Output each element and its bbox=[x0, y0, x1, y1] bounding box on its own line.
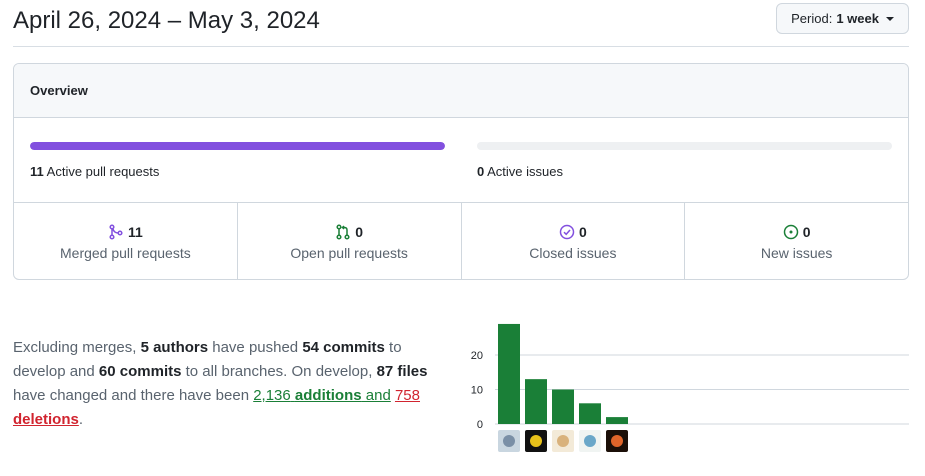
active-issues-text: Active issues bbox=[487, 164, 564, 179]
stat-open-pull-requests[interactable]: 0 Open pull requests bbox=[238, 203, 462, 279]
summary-text: . bbox=[78, 411, 84, 428]
date-range-title: April 26, 2024 – May 3, 2024 bbox=[13, 7, 320, 34]
bar-author-5 bbox=[606, 417, 628, 424]
overview-title: Overview bbox=[30, 83, 88, 98]
deletions-label: deletions bbox=[13, 411, 79, 428]
closed-issues-label: Closed issues bbox=[529, 245, 617, 261]
git-merge-icon bbox=[109, 224, 123, 240]
period-dropdown-button[interactable]: Period: 1 week bbox=[776, 3, 909, 34]
overview-header: Overview bbox=[14, 64, 908, 118]
open-pull-requests-label: Open pull requests bbox=[290, 245, 408, 261]
author-avatar-mark bbox=[611, 435, 623, 447]
files-changed-count: 87 files bbox=[376, 363, 428, 380]
period-prefix: Period: bbox=[791, 11, 833, 26]
summary-text: to all branches. On develop, bbox=[181, 363, 377, 380]
active-issues-count: 0 bbox=[477, 164, 485, 179]
deletions-count: 758 bbox=[394, 387, 420, 404]
y-tick-label: 20 bbox=[471, 350, 483, 362]
pull-requests-bar-fill bbox=[30, 142, 445, 150]
period-value: 1 week bbox=[836, 11, 879, 26]
git-pull-request-icon bbox=[336, 224, 350, 240]
active-pull-requests-text: Active pull requests bbox=[46, 164, 160, 179]
bar-author-2 bbox=[525, 379, 547, 424]
pull-requests-progress[interactable]: 11 Active pull requests bbox=[30, 142, 445, 179]
all-commits-count: 60 commits bbox=[98, 363, 182, 380]
new-issues-label: New issues bbox=[760, 245, 833, 261]
issues-progress[interactable]: 0 Active issues bbox=[477, 142, 892, 179]
author-avatar-mark bbox=[530, 435, 542, 447]
bar-author-3 bbox=[552, 389, 574, 424]
summary-text: have changed and there have been bbox=[13, 387, 254, 404]
overview-stats: 11 Merged pull requests 0 Open pull requ… bbox=[14, 203, 908, 279]
merged-pull-requests-label: Merged pull requests bbox=[60, 245, 191, 261]
commit-summary: Excluding merges, 5 authors have pushed … bbox=[13, 336, 453, 432]
author-avatar-mark bbox=[557, 435, 569, 447]
pull-requests-bar bbox=[30, 142, 445, 150]
new-issues-count: 0 bbox=[802, 224, 811, 240]
additions-link[interactable]: 2,136 additions and bbox=[253, 387, 391, 404]
issue-opened-icon bbox=[783, 224, 798, 240]
open-pull-requests-count: 0 bbox=[355, 224, 364, 240]
bar-author-4 bbox=[579, 403, 601, 424]
summary-text: have pushed bbox=[208, 339, 303, 356]
closed-issues-count: 0 bbox=[578, 224, 587, 240]
summary-text: Excluding merges, bbox=[13, 339, 141, 356]
author-avatar-mark bbox=[503, 435, 515, 447]
y-tick-label: 10 bbox=[471, 385, 483, 397]
overview-progress-row: 11 Active pull requests 0 Active issues bbox=[14, 118, 908, 203]
stat-merged-pull-requests[interactable]: 11 Merged pull requests bbox=[14, 203, 238, 279]
authors-count: 5 authors bbox=[140, 339, 209, 356]
commits-by-author-chart: 0 10 20 bbox=[471, 323, 909, 452]
develop-commits-count: 54 commits bbox=[302, 339, 385, 356]
bar-author-1 bbox=[498, 323, 520, 424]
active-issues-label: 0 Active issues bbox=[477, 164, 892, 179]
stat-new-issues[interactable]: 0 New issues bbox=[685, 203, 908, 279]
stat-closed-issues[interactable]: 0 Closed issues bbox=[462, 203, 686, 279]
y-tick-label: 0 bbox=[477, 419, 483, 431]
summary-text: and bbox=[361, 387, 391, 404]
issues-bar bbox=[477, 142, 892, 150]
page-header: April 26, 2024 – May 3, 2024 Period: 1 w… bbox=[13, 0, 909, 47]
author-avatar-mark bbox=[584, 435, 596, 447]
merged-pull-requests-count: 11 bbox=[127, 224, 143, 240]
issue-closed-icon bbox=[559, 224, 575, 240]
active-pull-requests-count: 11 bbox=[30, 164, 44, 179]
active-pull-requests-label: 11 Active pull requests bbox=[30, 164, 445, 179]
additions-label: additions bbox=[294, 387, 362, 404]
caret-down-icon bbox=[886, 16, 894, 21]
overview-box: Overview 11 Active pull requests 0 Activ… bbox=[13, 63, 909, 280]
additions-count: 2,136 bbox=[253, 387, 291, 404]
